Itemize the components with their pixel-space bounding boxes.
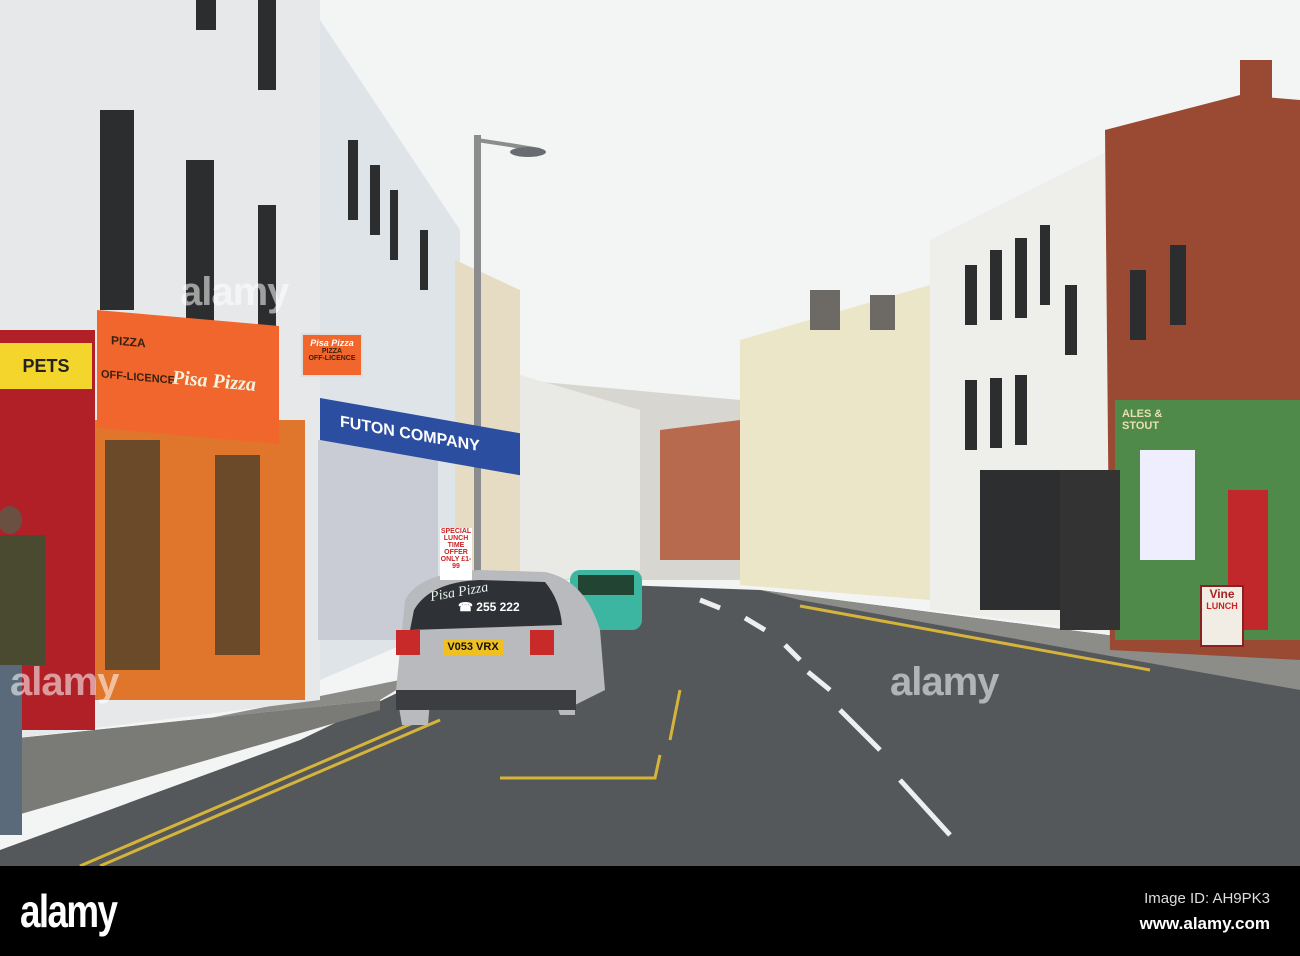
right-building-cream — [740, 285, 930, 600]
vine-label: Vine — [1209, 587, 1235, 601]
lunch-label: LUNCH — [1206, 601, 1238, 611]
license-plate: V053 VRX — [443, 640, 503, 655]
distant-red-building — [660, 420, 740, 560]
pizza-label: PIZZA — [111, 333, 146, 351]
hanging-off-licence-label: OFF-LICENCE — [308, 355, 356, 362]
lamppost — [474, 135, 481, 575]
watermark: alamy — [10, 660, 119, 704]
hanging-pizza-sign: Pisa Pizza PIZZA OFF-LICENCE — [301, 333, 363, 377]
car-phone: ☎ 255 222 — [458, 600, 520, 614]
site-url: www.alamy.com — [1139, 914, 1270, 933]
lunch-offer-board: SPECIAL LUNCH TIME OFFER ONLY £1-99 — [440, 528, 472, 580]
watermark: alamy — [180, 270, 289, 314]
footer-bar: alamy Image ID: AH9PK3 www.alamy.com — [0, 866, 1300, 956]
off-licence-label: OFF-LICENCE — [101, 368, 175, 387]
image-id: Image ID: AH9PK3 — [1144, 890, 1270, 907]
dark-shopfront — [980, 470, 1060, 610]
street-photo: PETS PIZZA OFF-LICENCE Pisa Pizza Pisa P… — [0, 0, 1300, 866]
left-building-4 — [520, 375, 640, 585]
pizza-sign: PIZZA OFF-LICENCE Pisa Pizza — [97, 310, 279, 444]
pedestrian — [0, 535, 45, 665]
alamy-logo: alamy — [20, 885, 118, 937]
vine-lunch-board: Vine LUNCH — [1200, 585, 1244, 647]
pisa-pizza-logo: Pisa Pizza — [172, 366, 256, 396]
watermark: alamy — [890, 660, 999, 704]
hanging-pizza-label: PIZZA — [321, 348, 343, 355]
hanging-logo: Pisa Pizza — [310, 338, 354, 348]
pets-sign: PETS — [0, 343, 92, 389]
ales-stout-sign: ALES & STOUT — [1122, 408, 1163, 432]
